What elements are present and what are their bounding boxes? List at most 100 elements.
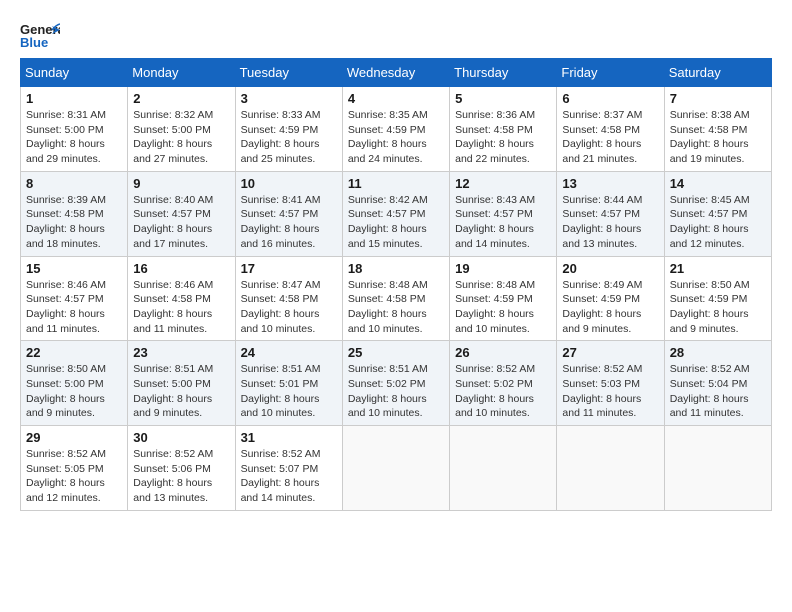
- day-number: 19: [455, 261, 551, 276]
- day-number: 11: [348, 176, 444, 191]
- day-number: 24: [241, 345, 337, 360]
- calendar-cell: 30 Sunrise: 8:52 AMSunset: 5:06 PMDayligh…: [128, 426, 235, 511]
- day-info: Sunrise: 8:43 AMSunset: 4:57 PMDaylight:…: [455, 193, 551, 252]
- calendar-header: SundayMondayTuesdayWednesdayThursdayFrid…: [21, 59, 772, 87]
- day-of-week-header: Monday: [128, 59, 235, 87]
- calendar-cell: 27 Sunrise: 8:52 AMSunset: 5:03 PMDayligh…: [557, 341, 664, 426]
- day-info: Sunrise: 8:44 AMSunset: 4:57 PMDaylight:…: [562, 193, 658, 252]
- calendar-cell: 20 Sunrise: 8:49 AMSunset: 4:59 PMDayligh…: [557, 256, 664, 341]
- day-of-week-header: Friday: [557, 59, 664, 87]
- calendar-cell: [557, 426, 664, 511]
- day-number: 8: [26, 176, 122, 191]
- day-number: 27: [562, 345, 658, 360]
- calendar-cell: 14 Sunrise: 8:45 AMSunset: 4:57 PMDayligh…: [664, 171, 771, 256]
- day-number: 5: [455, 91, 551, 106]
- calendar-cell: 12 Sunrise: 8:43 AMSunset: 4:57 PMDayligh…: [450, 171, 557, 256]
- day-number: 1: [26, 91, 122, 106]
- day-number: 10: [241, 176, 337, 191]
- calendar-cell: 18 Sunrise: 8:48 AMSunset: 4:58 PMDayligh…: [342, 256, 449, 341]
- day-number: 25: [348, 345, 444, 360]
- day-number: 14: [670, 176, 766, 191]
- day-info: Sunrise: 8:50 AMSunset: 4:59 PMDaylight:…: [670, 278, 766, 337]
- day-info: Sunrise: 8:36 AMSunset: 4:58 PMDaylight:…: [455, 108, 551, 167]
- day-info: Sunrise: 8:51 AMSunset: 5:00 PMDaylight:…: [133, 362, 229, 421]
- calendar-week-row: 8 Sunrise: 8:39 AMSunset: 4:58 PMDaylight…: [21, 171, 772, 256]
- day-number: 3: [241, 91, 337, 106]
- day-info: Sunrise: 8:33 AMSunset: 4:59 PMDaylight:…: [241, 108, 337, 167]
- day-number: 31: [241, 430, 337, 445]
- calendar-cell: 16Sunrise: 8:46 AMSunset: 4:58 PMDayligh…: [128, 256, 235, 341]
- calendar-cell: 5 Sunrise: 8:36 AMSunset: 4:58 PMDaylight…: [450, 87, 557, 172]
- day-info: Sunrise: 8:46 AMSunset: 4:58 PMDaylight:…: [133, 278, 229, 337]
- day-number: 30: [133, 430, 229, 445]
- day-info: Sunrise: 8:45 AMSunset: 4:57 PMDaylight:…: [670, 193, 766, 252]
- calendar-cell: 29 Sunrise: 8:52 AMSunset: 5:05 PMDayligh…: [21, 426, 128, 511]
- calendar-cell: 7 Sunrise: 8:38 AMSunset: 4:58 PMDaylight…: [664, 87, 771, 172]
- day-info: Sunrise: 8:49 AMSunset: 4:59 PMDaylight:…: [562, 278, 658, 337]
- page-header: General Blue: [20, 20, 772, 48]
- day-of-week-header: Wednesday: [342, 59, 449, 87]
- calendar-cell: 22 Sunrise: 8:50 AMSunset: 5:00 PMDayligh…: [21, 341, 128, 426]
- header-row: SundayMondayTuesdayWednesdayThursdayFrid…: [21, 59, 772, 87]
- day-info: Sunrise: 8:51 AMSunset: 5:01 PMDaylight:…: [241, 362, 337, 421]
- calendar-cell: 11 Sunrise: 8:42 AMSunset: 4:57 PMDayligh…: [342, 171, 449, 256]
- day-number: 20: [562, 261, 658, 276]
- day-number: 7: [670, 91, 766, 106]
- day-number: 4: [348, 91, 444, 106]
- day-info: Sunrise: 8:40 AMSunset: 4:57 PMDaylight:…: [133, 193, 229, 252]
- calendar-cell: 6 Sunrise: 8:37 AMSunset: 4:58 PMDaylight…: [557, 87, 664, 172]
- day-info: Sunrise: 8:46 AMSunset: 4:57 PMDaylight:…: [26, 278, 122, 337]
- day-info: Sunrise: 8:52 AMSunset: 5:06 PMDaylight:…: [133, 447, 229, 506]
- day-of-week-header: Tuesday: [235, 59, 342, 87]
- calendar-cell: 8 Sunrise: 8:39 AMSunset: 4:58 PMDaylight…: [21, 171, 128, 256]
- calendar-cell: [450, 426, 557, 511]
- logo: General Blue: [20, 20, 60, 48]
- day-number: 9: [133, 176, 229, 191]
- day-info: Sunrise: 8:52 AMSunset: 5:07 PMDaylight:…: [241, 447, 337, 506]
- day-info: Sunrise: 8:52 AMSunset: 5:03 PMDaylight:…: [562, 362, 658, 421]
- calendar-cell: 19 Sunrise: 8:48 AMSunset: 4:59 PMDayligh…: [450, 256, 557, 341]
- day-info: Sunrise: 8:38 AMSunset: 4:58 PMDaylight:…: [670, 108, 766, 167]
- day-info: Sunrise: 8:37 AMSunset: 4:58 PMDaylight:…: [562, 108, 658, 167]
- day-info: Sunrise: 8:48 AMSunset: 4:59 PMDaylight:…: [455, 278, 551, 337]
- day-info: Sunrise: 8:50 AMSunset: 5:00 PMDaylight:…: [26, 362, 122, 421]
- day-info: Sunrise: 8:48 AMSunset: 4:58 PMDaylight:…: [348, 278, 444, 337]
- day-info: Sunrise: 8:42 AMSunset: 4:57 PMDaylight:…: [348, 193, 444, 252]
- day-info: Sunrise: 8:52 AMSunset: 5:02 PMDaylight:…: [455, 362, 551, 421]
- day-number: 29: [26, 430, 122, 445]
- day-number: 18: [348, 261, 444, 276]
- calendar-cell: 9 Sunrise: 8:40 AMSunset: 4:57 PMDaylight…: [128, 171, 235, 256]
- calendar-cell: 23 Sunrise: 8:51 AMSunset: 5:00 PMDayligh…: [128, 341, 235, 426]
- day-number: 12: [455, 176, 551, 191]
- calendar-cell: 15Sunrise: 8:46 AMSunset: 4:57 PMDayligh…: [21, 256, 128, 341]
- day-info: Sunrise: 8:51 AMSunset: 5:02 PMDaylight:…: [348, 362, 444, 421]
- day-of-week-header: Sunday: [21, 59, 128, 87]
- day-info: Sunrise: 8:52 AMSunset: 5:05 PMDaylight:…: [26, 447, 122, 506]
- day-info: Sunrise: 8:41 AMSunset: 4:57 PMDaylight:…: [241, 193, 337, 252]
- calendar-cell: [664, 426, 771, 511]
- day-number: 28: [670, 345, 766, 360]
- day-info: Sunrise: 8:32 AMSunset: 5:00 PMDaylight:…: [133, 108, 229, 167]
- day-number: 2: [133, 91, 229, 106]
- day-info: Sunrise: 8:47 AMSunset: 4:58 PMDaylight:…: [241, 278, 337, 337]
- day-number: 17: [241, 261, 337, 276]
- day-info: Sunrise: 8:35 AMSunset: 4:59 PMDaylight:…: [348, 108, 444, 167]
- calendar-week-row: 29 Sunrise: 8:52 AMSunset: 5:05 PMDayligh…: [21, 426, 772, 511]
- day-number: 22: [26, 345, 122, 360]
- day-number: 23: [133, 345, 229, 360]
- logo-icon: General Blue: [20, 20, 60, 48]
- calendar-cell: 10 Sunrise: 8:41 AMSunset: 4:57 PMDayligh…: [235, 171, 342, 256]
- calendar-cell: 1 Sunrise: 8:31 AMSunset: 5:00 PMDaylight…: [21, 87, 128, 172]
- day-info: Sunrise: 8:31 AMSunset: 5:00 PMDaylight:…: [26, 108, 122, 167]
- day-info: Sunrise: 8:39 AMSunset: 4:58 PMDaylight:…: [26, 193, 122, 252]
- calendar-cell: 25 Sunrise: 8:51 AMSunset: 5:02 PMDayligh…: [342, 341, 449, 426]
- calendar-cell: 4 Sunrise: 8:35 AMSunset: 4:59 PMDaylight…: [342, 87, 449, 172]
- calendar-week-row: 22 Sunrise: 8:50 AMSunset: 5:00 PMDayligh…: [21, 341, 772, 426]
- calendar-cell: 31 Sunrise: 8:52 AMSunset: 5:07 PMDayligh…: [235, 426, 342, 511]
- calendar-week-row: 15Sunrise: 8:46 AMSunset: 4:57 PMDayligh…: [21, 256, 772, 341]
- day-number: 6: [562, 91, 658, 106]
- calendar-cell: 2 Sunrise: 8:32 AMSunset: 5:00 PMDaylight…: [128, 87, 235, 172]
- calendar-cell: 3 Sunrise: 8:33 AMSunset: 4:59 PMDaylight…: [235, 87, 342, 172]
- day-number: 13: [562, 176, 658, 191]
- day-info: Sunrise: 8:52 AMSunset: 5:04 PMDaylight:…: [670, 362, 766, 421]
